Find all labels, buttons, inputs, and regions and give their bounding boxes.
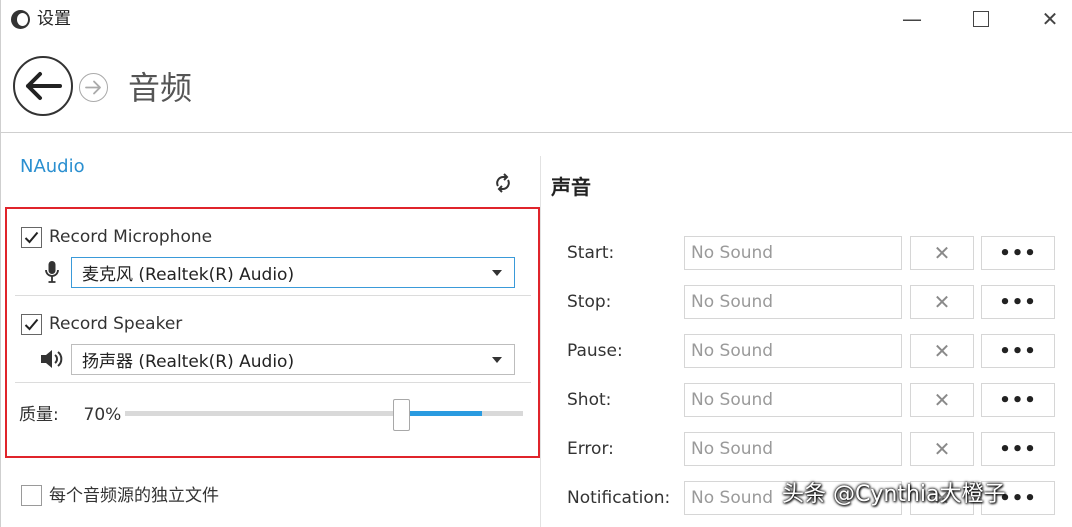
quality-caption: 质量:: [19, 405, 59, 425]
section-divider: [15, 295, 531, 296]
maximize-button[interactable]: [946, 0, 1016, 38]
microphone-device-value: 麦克风 (Realtek(R) Audio): [82, 265, 295, 285]
maximize-icon: [973, 11, 989, 27]
sound-field-pause[interactable]: No Sound: [684, 334, 902, 368]
page-title: 音频: [128, 69, 193, 107]
more-icon: •••: [999, 291, 1037, 313]
more-icon: •••: [999, 438, 1037, 460]
clear-sound-button[interactable]: ✕: [910, 432, 974, 466]
sound-row-label: Error:: [567, 439, 614, 459]
close-icon: ✕: [933, 388, 951, 412]
back-button[interactable]: [13, 56, 73, 116]
minimize-button[interactable]: —: [877, 0, 947, 38]
sound-row-label: Notification:: [567, 488, 671, 508]
refresh-icon: [496, 173, 510, 193]
quality-label: 质量: 70%: [19, 404, 121, 426]
window-title: 设置: [37, 9, 71, 29]
settings-window: 设置 — ✕ 音频 NAudio Record Microphone 麦克风 (…: [0, 0, 1072, 527]
separate-files-label: 每个音频源的独立文件: [49, 486, 219, 506]
header-divider: [0, 132, 1072, 133]
sound-row-label: Shot:: [567, 390, 612, 410]
window-border: [0, 0, 1, 527]
quality-slider-thumb[interactable]: [393, 399, 410, 431]
clear-sound-button[interactable]: ✕: [910, 236, 974, 270]
arrow-right-icon: [85, 80, 101, 95]
chevron-down-icon: [492, 270, 502, 276]
clear-sound-button[interactable]: ✕: [910, 334, 974, 368]
sounds-heading: 声音: [551, 175, 591, 199]
sound-field-shot[interactable]: No Sound: [684, 383, 902, 417]
refresh-button[interactable]: [492, 172, 514, 194]
sound-row-label: Stop:: [567, 292, 612, 312]
speaker-device-value: 扬声器 (Realtek(R) Audio): [82, 352, 295, 372]
app-logo-icon: [11, 10, 30, 29]
sound-row-label: Pause:: [567, 341, 623, 361]
chevron-down-icon: [492, 357, 502, 363]
close-icon: ✕: [933, 437, 951, 461]
sound-field-stop[interactable]: No Sound: [684, 285, 902, 319]
clear-sound-button[interactable]: ✕: [910, 383, 974, 417]
separate-files-checkbox[interactable]: [21, 485, 42, 506]
clear-sound-button[interactable]: ✕: [910, 285, 974, 319]
quality-slider-fill: [410, 411, 482, 416]
more-icon: •••: [999, 242, 1037, 264]
record-microphone-checkbox[interactable]: [21, 227, 42, 248]
checkmark-icon: [24, 318, 39, 331]
close-icon: ✕: [1041, 7, 1059, 31]
checkmark-icon: [24, 231, 39, 244]
minimize-icon: —: [902, 7, 922, 31]
close-icon: ✕: [933, 339, 951, 363]
microphone-device-select[interactable]: 麦克风 (Realtek(R) Audio): [71, 257, 515, 288]
more-icon: •••: [999, 340, 1037, 362]
browse-sound-button[interactable]: •••: [981, 432, 1055, 466]
sound-field-start[interactable]: No Sound: [684, 236, 902, 270]
record-microphone-label: Record Microphone: [49, 227, 213, 247]
audio-provider-label: NAudio: [20, 156, 85, 177]
forward-button[interactable]: [79, 73, 108, 102]
more-icon: •••: [999, 389, 1037, 411]
speaker-icon: [40, 348, 66, 370]
watermark: 头条 @Cynthia大橙子: [782, 482, 1006, 507]
quality-value: 70%: [83, 405, 122, 425]
arrow-left-icon: [26, 72, 62, 100]
browse-sound-button[interactable]: •••: [981, 383, 1055, 417]
browse-sound-button[interactable]: •••: [981, 236, 1055, 270]
close-icon: ✕: [933, 290, 951, 314]
browse-sound-button[interactable]: •••: [981, 285, 1055, 319]
sound-field-error[interactable]: No Sound: [684, 432, 902, 466]
panel-divider: [540, 156, 541, 527]
record-speaker-checkbox[interactable]: [21, 314, 42, 335]
close-button[interactable]: ✕: [1015, 0, 1072, 38]
record-speaker-label: Record Speaker: [49, 314, 183, 334]
close-icon: ✕: [933, 241, 951, 265]
speaker-device-select[interactable]: 扬声器 (Realtek(R) Audio): [71, 344, 515, 375]
microphone-icon: [44, 260, 60, 284]
sound-row-label: Start:: [567, 243, 615, 263]
browse-sound-button[interactable]: •••: [981, 334, 1055, 368]
section-divider: [15, 382, 531, 383]
